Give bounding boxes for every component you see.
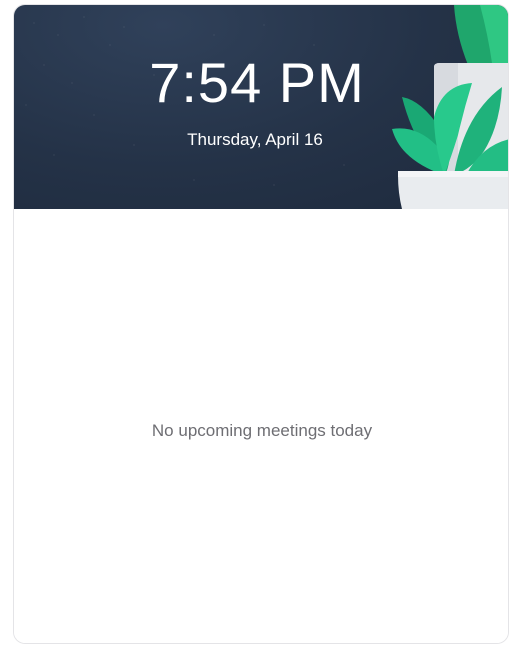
meetings-list: No upcoming meetings today xyxy=(14,209,508,643)
potted-plant-illustration xyxy=(392,5,508,209)
clock-header: 7:54 PM Thursday, April 16 xyxy=(14,5,508,209)
meetings-card: 7:54 PM Thursday, April 16 No upcoming m… xyxy=(13,4,509,644)
empty-meetings-message: No upcoming meetings today xyxy=(151,421,373,440)
